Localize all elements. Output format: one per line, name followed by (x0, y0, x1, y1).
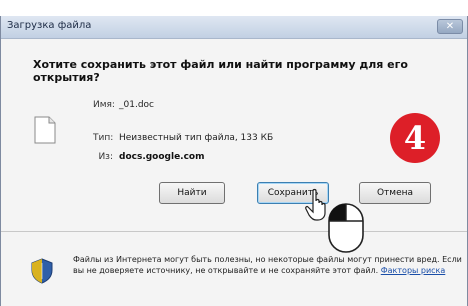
shield-icon (31, 258, 53, 284)
file-source-row: Из: docs.google.com (93, 152, 205, 162)
divider (1, 231, 467, 232)
find-button[interactable]: Найти (159, 182, 225, 204)
titlebar[interactable]: Загрузка файла ✕ (1, 16, 467, 39)
file-source-label: Из: (98, 152, 113, 162)
step-number-badge: 4 (390, 113, 440, 163)
cancel-button[interactable]: Отмена (359, 182, 431, 204)
window-title: Загрузка файла (7, 20, 92, 31)
warning-message: Файлы из Интернета могут быть полезны, н… (73, 254, 463, 276)
download-dialog: Загрузка файла ✕ Хотите сохранить этот ф… (0, 16, 468, 306)
save-question: Хотите сохранить этот файл или найти про… (33, 58, 408, 84)
mouse-icon (328, 203, 364, 253)
file-icon (34, 116, 56, 144)
close-icon: ✕ (445, 21, 455, 32)
file-type-row: Тип: Неизвестный тип файла, 133 КБ (93, 133, 273, 143)
cursor-icon (305, 188, 326, 221)
risk-factors-link[interactable]: Факторы риска (381, 266, 446, 275)
file-name-row: Имя: _01.doc (93, 100, 154, 110)
close-button[interactable]: ✕ (437, 19, 463, 34)
file-type-value: Неизвестный тип файла, 133 КБ (119, 133, 274, 143)
file-name-value: _01.doc (119, 100, 154, 110)
file-name-label: Имя: (93, 100, 115, 110)
file-source-value: docs.google.com (119, 152, 205, 162)
file-type-label: Тип: (93, 133, 114, 143)
